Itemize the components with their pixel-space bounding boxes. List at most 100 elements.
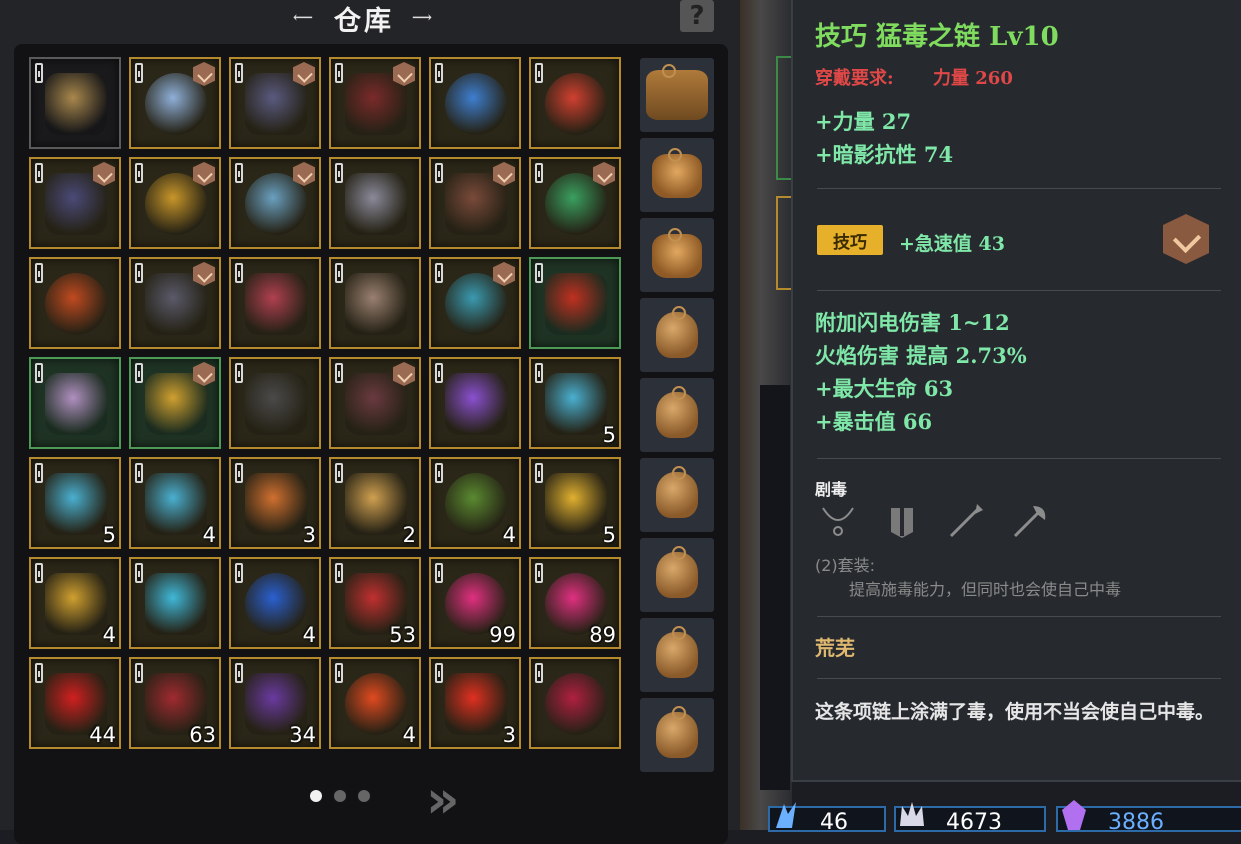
- inventory-slot[interactable]: 63: [129, 657, 221, 749]
- inventory-slot[interactable]: [129, 157, 221, 249]
- bag-icon: [656, 466, 698, 518]
- green-rune-icon: [445, 473, 507, 535]
- crimson-orb-icon: [545, 673, 607, 735]
- inventory-slot[interactable]: 34: [229, 657, 321, 749]
- red-shard-icon: [445, 673, 507, 735]
- page-dot[interactable]: [310, 790, 322, 802]
- bag-tab[interactable]: [640, 218, 714, 292]
- bag-tab[interactable]: [640, 698, 714, 772]
- inventory-slot[interactable]: 44: [29, 657, 121, 749]
- lock-icon: [435, 163, 443, 183]
- quality-stat: +急速值 43: [899, 233, 1005, 255]
- bag-tab[interactable]: [640, 618, 714, 692]
- background-slot-frame: [776, 196, 792, 290]
- inventory-slot[interactable]: 3: [429, 657, 521, 749]
- currency-value: 4673: [946, 810, 1002, 835]
- inventory-slot[interactable]: [229, 157, 321, 249]
- inventory-slot[interactable]: [329, 357, 421, 449]
- set-piece-icons: [819, 502, 1049, 540]
- inventory-slot[interactable]: 53: [329, 557, 421, 649]
- item-name: 技巧 猛毒之链 Lv10: [815, 22, 1059, 52]
- lock-icon: [335, 363, 343, 383]
- inventory-slot[interactable]: [129, 257, 221, 349]
- stack-count: 4: [502, 523, 516, 547]
- inventory-slot[interactable]: [429, 157, 521, 249]
- lock-icon: [535, 663, 543, 683]
- item-tooltip: 技巧 猛毒之链 Lv10 穿戴要求: 力量 260 +力量 27 +暗影抗性 7…: [791, 0, 1241, 782]
- stack-count: 4: [402, 723, 416, 747]
- inventory-slot[interactable]: 4: [129, 457, 221, 549]
- inventory-slot[interactable]: [529, 157, 621, 249]
- inventory-slot[interactable]: [529, 257, 621, 349]
- inventory-slot[interactable]: [329, 157, 421, 249]
- help-button[interactable]: ?: [680, 0, 714, 32]
- inventory-slot[interactable]: 2: [329, 457, 421, 549]
- inventory-slot[interactable]: [229, 357, 321, 449]
- inventory-slot[interactable]: [429, 357, 521, 449]
- inventory-slot[interactable]: 5: [29, 457, 121, 549]
- yellow-scroll-icon: [545, 473, 607, 535]
- inventory-slot[interactable]: [29, 157, 121, 249]
- stack-count: 63: [189, 723, 216, 747]
- lock-icon: [35, 663, 43, 683]
- bag-tab[interactable]: [640, 58, 714, 132]
- inventory-slot[interactable]: 4: [29, 557, 121, 649]
- inventory-slot[interactable]: 5: [529, 357, 621, 449]
- bag-tab[interactable]: [640, 378, 714, 452]
- inventory-grid: 5 5 4 3 2 4 5 4 4 53 99 89 44 63 34 4 3: [29, 57, 629, 757]
- lock-icon: [335, 663, 343, 683]
- lock-icon: [535, 563, 543, 583]
- inventory-slot[interactable]: 89: [529, 557, 621, 649]
- lock-icon: [435, 263, 443, 283]
- bag-tab[interactable]: [640, 458, 714, 532]
- inventory-slot[interactable]: 5: [529, 457, 621, 549]
- next-page-button[interactable]: »: [426, 774, 460, 826]
- lock-icon: [135, 663, 143, 683]
- requirement-label: 穿戴要求:: [815, 68, 894, 89]
- inventory-slot[interactable]: 3: [229, 457, 321, 549]
- inventory-slot[interactable]: [529, 657, 621, 749]
- inventory-slot[interactable]: [429, 257, 521, 349]
- inventory-slot[interactable]: 99: [429, 557, 521, 649]
- inventory-slot[interactable]: [329, 257, 421, 349]
- inventory-slot[interactable]: [129, 57, 221, 149]
- warehouse-title-text: 仓库: [334, 5, 394, 37]
- lock-icon: [235, 63, 243, 83]
- divider: [817, 458, 1221, 459]
- page-dot[interactable]: [358, 790, 370, 802]
- stack-count: 3: [302, 523, 316, 547]
- currency-silver-crown: 4673: [894, 802, 1046, 835]
- stack-count: 4: [202, 523, 216, 547]
- inventory-slot[interactable]: 4: [329, 657, 421, 749]
- bag-tab[interactable]: [640, 298, 714, 372]
- purple-crystal-icon: [1060, 800, 1088, 830]
- inventory-slot[interactable]: [329, 57, 421, 149]
- bag-tab[interactable]: [640, 538, 714, 612]
- stack-count: 5: [102, 523, 116, 547]
- inventory-slot[interactable]: [229, 57, 321, 149]
- inventory-slot[interactable]: 4: [429, 457, 521, 549]
- stack-count: 5: [602, 523, 616, 547]
- inventory-slot[interactable]: [529, 57, 621, 149]
- inventory-slot[interactable]: [129, 557, 221, 649]
- page-dot[interactable]: [334, 790, 346, 802]
- set-bonus-description: 提高施毒能力，但同时也会使自己中毒: [849, 580, 1122, 599]
- base-stat: +力量 27: [815, 109, 912, 134]
- inventory-slot[interactable]: [229, 257, 321, 349]
- title-left-ornament: ⟵: [292, 10, 316, 26]
- inventory-slot[interactable]: [29, 57, 121, 149]
- yellow-scroll-icon: [45, 573, 107, 635]
- base-stat: +暗影抗性 74: [815, 142, 954, 167]
- inventory-slot[interactable]: [29, 257, 121, 349]
- inventory-slot[interactable]: [29, 357, 121, 449]
- bag-tab[interactable]: [640, 138, 714, 212]
- background-slot-frame: [776, 56, 792, 180]
- inventory-slot[interactable]: [429, 57, 521, 149]
- lock-icon: [235, 463, 243, 483]
- inventory-slot[interactable]: 4: [229, 557, 321, 649]
- page-indicator: [310, 790, 370, 802]
- bag-icon: [656, 706, 698, 758]
- inventory-slot[interactable]: [129, 357, 221, 449]
- stack-count: 44: [89, 723, 116, 747]
- axe-icon: [1011, 502, 1049, 540]
